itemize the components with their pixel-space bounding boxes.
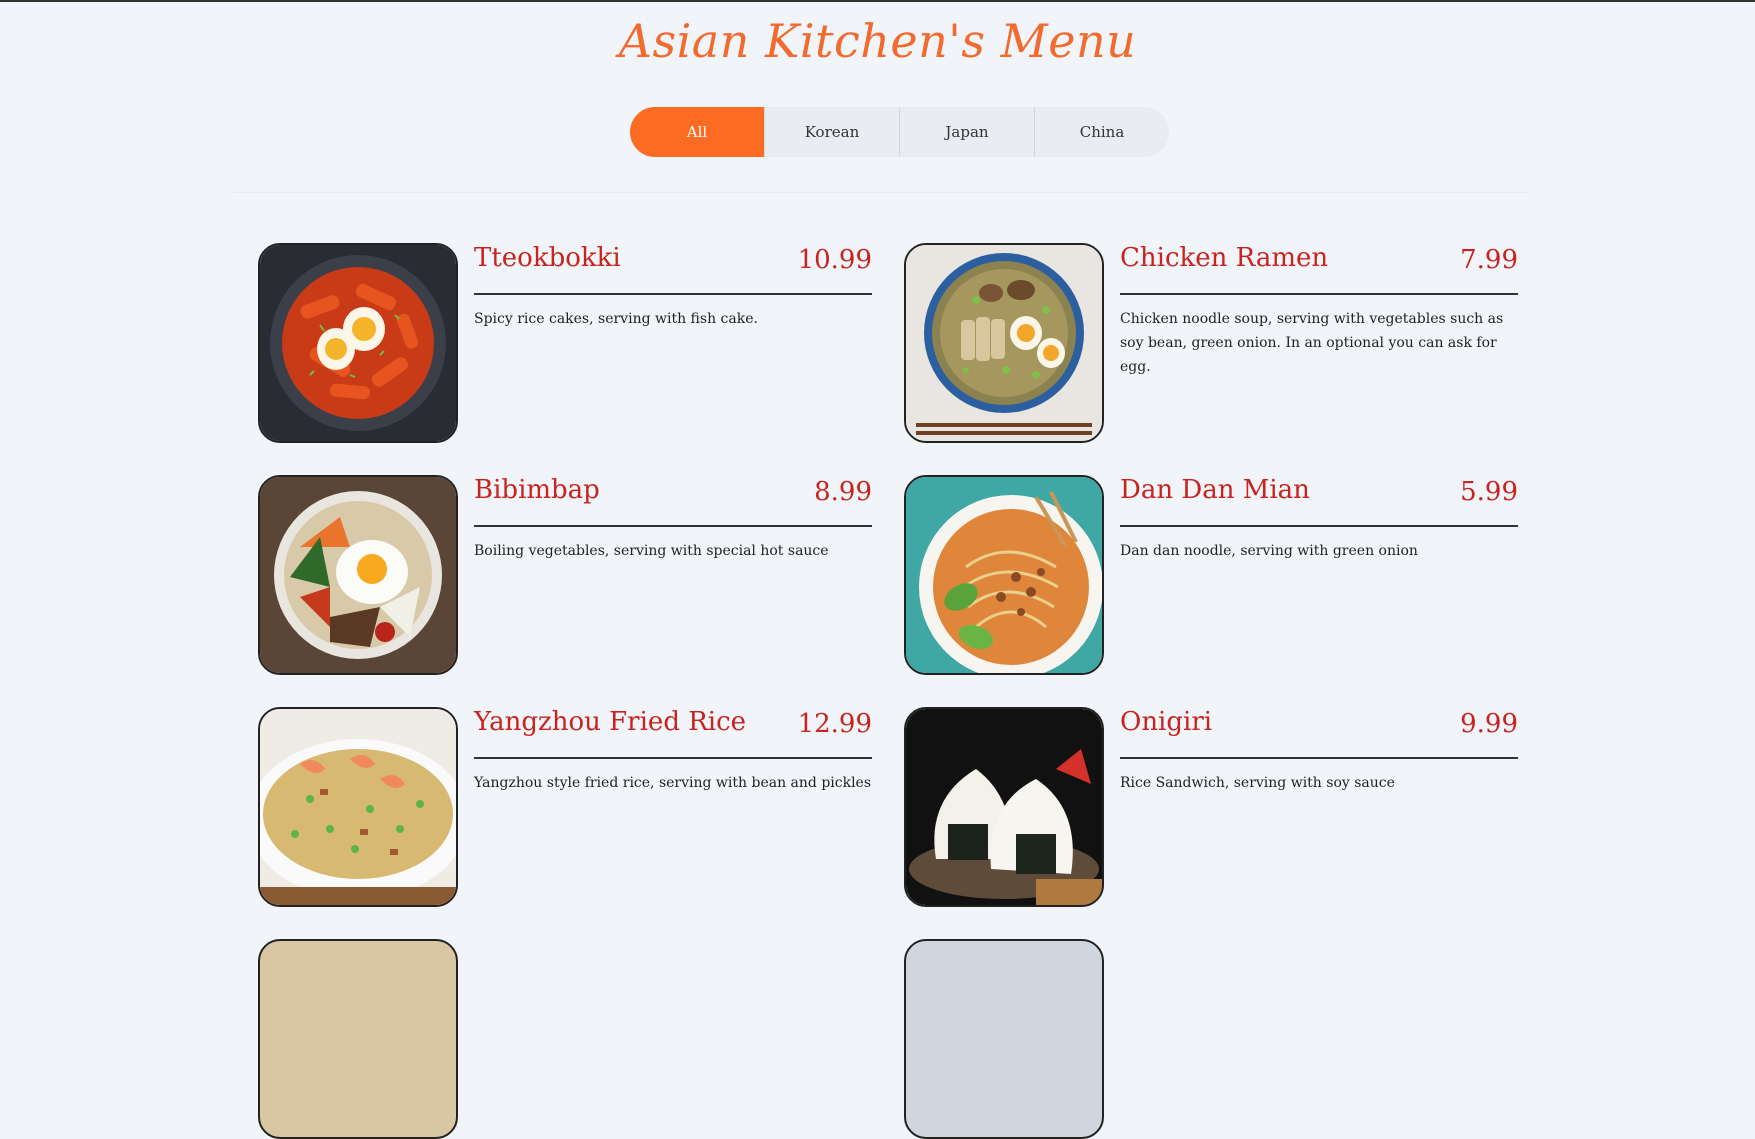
tteokbokki-image xyxy=(258,243,458,443)
menu-item-partial xyxy=(258,939,874,1139)
next-item-image xyxy=(258,939,458,1139)
item-name: Yangzhou Fried Rice xyxy=(474,707,747,737)
item-price: 12.99 xyxy=(797,709,872,739)
item-description: Chicken noodle soup, serving with vegeta… xyxy=(1120,311,1504,375)
item-price: 8.99 xyxy=(814,477,872,507)
fried-rice-image xyxy=(258,707,458,907)
next-item-image xyxy=(904,939,1104,1139)
item-name: Onigiri xyxy=(1120,707,1213,737)
tab-china[interactable]: China xyxy=(1035,107,1169,157)
item-description: Spicy rice cakes, serving with fish cake… xyxy=(474,311,758,327)
menu-item: Chicken Ramen 7.99 Chicken noodle soup, … xyxy=(904,243,1520,443)
item-header: Yangzhou Fried Rice 12.99 xyxy=(474,707,872,759)
item-info: Dan Dan Mian 5.99 Dan dan noodle, servin… xyxy=(1120,475,1518,563)
page-title: Asian Kitchen's Menu xyxy=(618,14,1137,68)
top-border xyxy=(0,0,1755,2)
item-info: Yangzhou Fried Rice 12.99 Yangzhou style… xyxy=(474,707,872,795)
dan-dan-mian-image xyxy=(904,475,1104,675)
menu-item: Yangzhou Fried Rice 12.99 Yangzhou style… xyxy=(258,707,874,907)
item-info: Onigiri 9.99 Rice Sandwich, serving with… xyxy=(1120,707,1518,795)
onigiri-image xyxy=(904,707,1104,907)
menu-item: Onigiri 9.99 Rice Sandwich, serving with… xyxy=(904,707,1520,907)
item-price: 10.99 xyxy=(797,245,872,275)
section-divider xyxy=(233,192,1530,193)
item-price: 9.99 xyxy=(1460,709,1518,739)
item-header: Chicken Ramen 7.99 xyxy=(1120,243,1518,295)
item-header: Bibimbap 8.99 xyxy=(474,475,872,527)
item-description: Rice Sandwich, serving with soy sauce xyxy=(1120,775,1395,791)
item-header: Tteokbokki 10.99 xyxy=(474,243,872,295)
menu-item: Dan Dan Mian 5.99 Dan dan noodle, servin… xyxy=(904,475,1520,675)
menu-item-partial xyxy=(904,939,1520,1139)
bibimbap-image xyxy=(258,475,458,675)
item-name: Tteokbokki xyxy=(474,243,621,273)
item-name: Bibimbap xyxy=(474,475,600,505)
item-price: 5.99 xyxy=(1460,477,1518,507)
tab-all[interactable]: All xyxy=(630,107,765,157)
category-filter: All Korean Japan China xyxy=(630,107,1169,157)
item-info: Chicken Ramen 7.99 Chicken noodle soup, … xyxy=(1120,243,1518,379)
item-header: Dan Dan Mian 5.99 xyxy=(1120,475,1518,527)
item-header: Onigiri 9.99 xyxy=(1120,707,1518,759)
tab-korean[interactable]: Korean xyxy=(765,107,900,157)
item-description: Yangzhou style fried rice, serving with … xyxy=(474,775,872,791)
chicken-ramen-image xyxy=(904,243,1104,443)
item-description: Dan dan noodle, serving with green onion xyxy=(1120,543,1418,559)
item-price: 7.99 xyxy=(1460,245,1518,275)
item-description: Boiling vegetables, serving with special… xyxy=(474,543,829,559)
menu-item: Bibimbap 8.99 Boiling vegetables, servin… xyxy=(258,475,874,675)
tab-japan[interactable]: Japan xyxy=(900,107,1035,157)
item-name: Chicken Ramen xyxy=(1120,243,1329,273)
item-name: Dan Dan Mian xyxy=(1120,475,1310,505)
item-info: Tteokbokki 10.99 Spicy rice cakes, servi… xyxy=(474,243,872,331)
item-info: Bibimbap 8.99 Boiling vegetables, servin… xyxy=(474,475,872,563)
menu-item: Tteokbokki 10.99 Spicy rice cakes, servi… xyxy=(258,243,874,443)
